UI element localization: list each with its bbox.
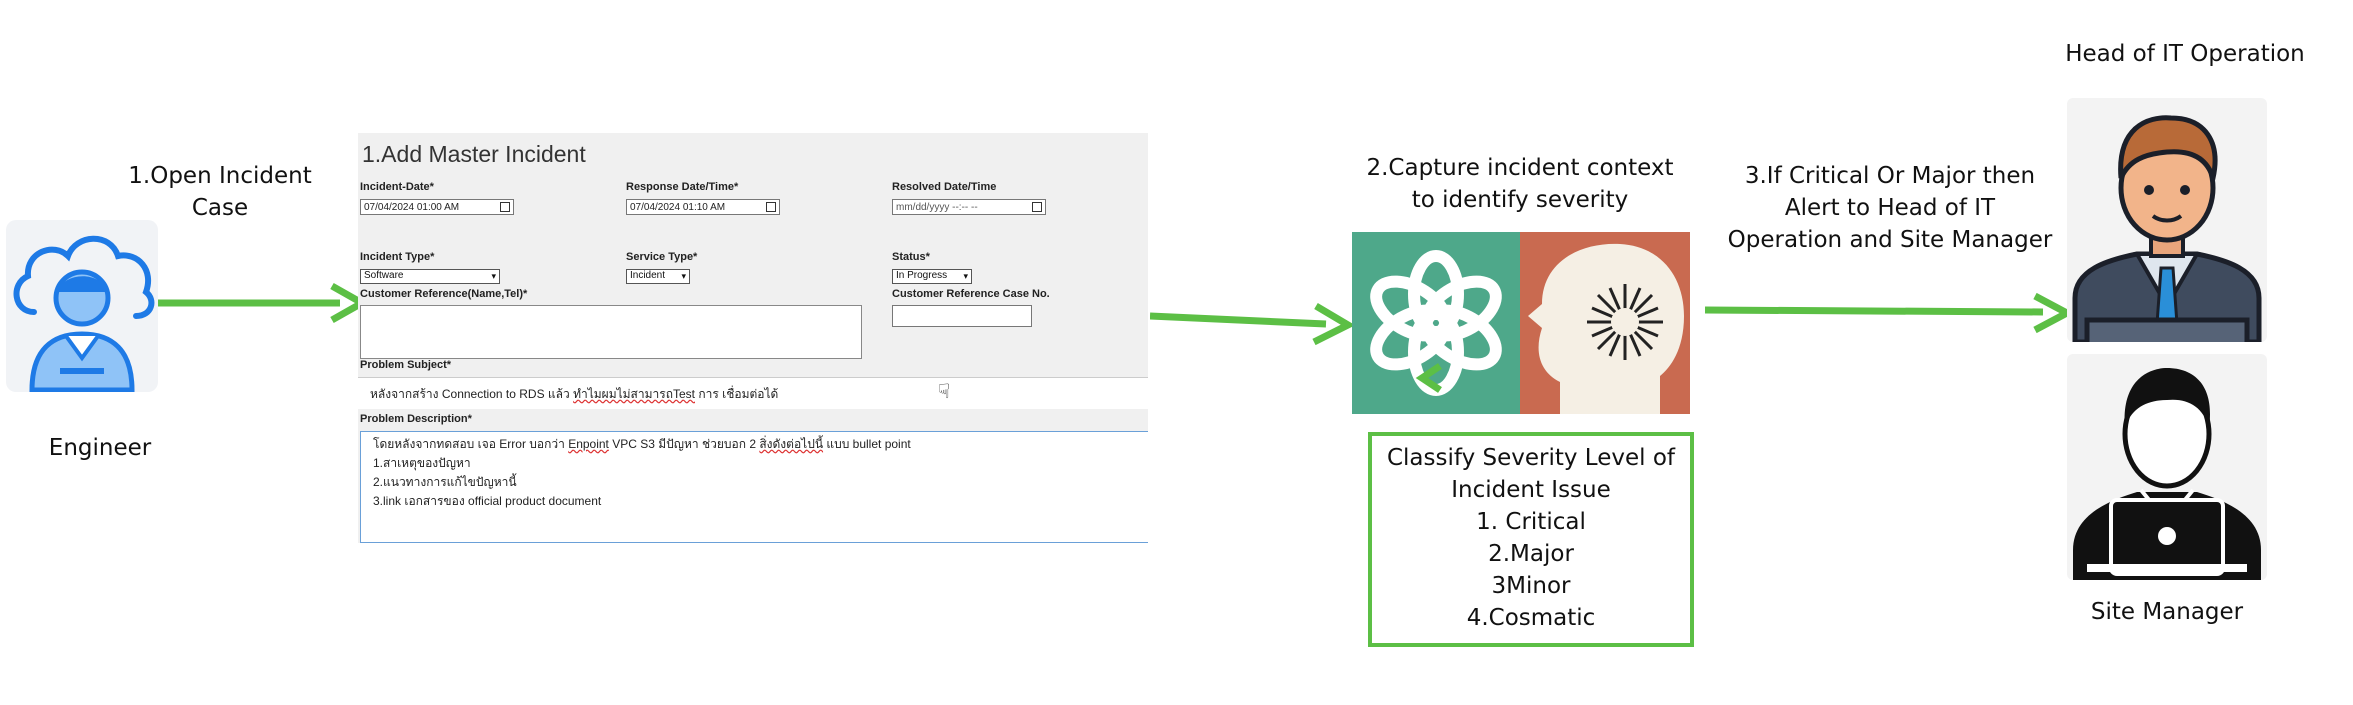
hand-cursor-icon: ☟ [938,381,951,403]
description-line1: โดยหลังจากทดสอบ เจอ Error บอกว่า Enpoint… [373,437,911,451]
incident-date-label: Incident-Date* [360,181,434,193]
form-title: 1.Add Master Incident [362,141,586,167]
customer-reference-input[interactable] [360,305,862,359]
severity-classification-box: Classify Severity Level of Incident Issu… [1368,432,1694,647]
severity-level-critical: 1. Critical [1476,509,1586,535]
claude-head-icon [1520,232,1690,414]
step3-caption: 3.If Critical Or Major then Alert to Hea… [1720,160,2060,256]
step1-line2: Case [191,195,249,221]
severity-level-major: 2.Major [1488,541,1574,567]
arrow-2 [1150,302,1352,346]
arrow-3 [1705,292,2073,334]
step2-line1: 2.Capture incident context [1366,155,1674,181]
businessman-icon [2067,98,2267,342]
step2-caption: 2.Capture incident context to identify s… [1330,152,1710,216]
site-manager-label: Site Manager [2090,599,2244,625]
status-select[interactable]: In Progress ▾ [892,269,972,284]
severity-level-cosmetic: 4.Cosmatic [1466,605,1596,631]
description-line2: 1.สาเหตุของปัญหา [373,456,471,470]
step2-line2: to identify severity [1411,187,1629,213]
customer-reference-label: Customer Reference(Name,Tel)* [360,288,528,300]
step3-line3: Operation and Site Manager [1727,227,2053,253]
calendar-icon [766,202,776,212]
response-date-label: Response Date/Time* [626,181,739,193]
description-line4: 3.link เอกสารของ official product docume… [373,494,602,508]
manager-laptop-icon [2067,354,2267,580]
engineer-label: Engineer [48,435,152,461]
customer-case-no-label: Customer Reference Case No. [892,288,1050,300]
incident-date-input[interactable]: 07/04/2024 01:00 AM [360,199,514,215]
resolved-date-label: Resolved Date/Time [892,181,997,193]
chevron-down-icon: ▾ [491,271,496,281]
step1-line1: 1.Open Incident [128,163,312,189]
problem-subject-input[interactable]: หลังจากสร้าง Connection to RDS แล้ว ทำไม… [358,377,1148,409]
severity-level-list: 1. Critical 2.Major 3Minor 4.Cosmatic [1372,506,1690,634]
status-label: Status* [892,251,930,263]
resolved-date-input[interactable]: mm/dd/yyyy --:-- -- [892,199,1046,215]
calendar-icon [500,202,510,212]
chevron-down-icon: ▾ [681,271,686,281]
problem-description-input[interactable]: โดยหลังจากทดสอบ เจอ Error บอกว่า Enpoint… [360,431,1148,543]
arrow-1 [158,282,368,324]
customer-case-no-input[interactable] [892,305,1032,327]
problem-subject-label: Problem Subject* [360,359,452,371]
problem-description-label: Problem Description* [360,413,472,425]
severity-title: Classify Severity Level of Incident Issu… [1372,442,1690,506]
incident-type-select[interactable]: Software ▾ [360,269,500,284]
response-date-input[interactable]: 07/04/2024 01:10 AM [626,199,780,215]
description-line3: 2.แนวทางการแก้ไขปัญหานี้ [373,475,517,489]
step1-caption: 1.Open Incident Case [120,160,320,224]
head-it-label: Head of IT Operation [2065,41,2305,67]
service-type-label: Service Type* [626,251,698,263]
engineer-cloud-icon [6,220,158,392]
add-master-incident-form: 1.Add Master Incident Incident-Date* 07/… [358,133,1148,543]
service-type-select[interactable]: Incident ▾ [626,269,690,284]
severity-level-minor: 3Minor [1491,573,1571,599]
openai-logo-icon [1352,232,1520,414]
step3-line2: Alert to Head of IT [1784,195,1996,221]
step3-line1: 3.If Critical Or Major then [1744,163,2036,189]
chevron-down-icon: ▾ [963,271,968,281]
severity-title-line2: Incident Issue [1451,477,1611,503]
incident-type-label: Incident Type* [360,251,435,263]
severity-title-line1: Classify Severity Level of [1386,445,1675,471]
calendar-icon [1032,202,1042,212]
